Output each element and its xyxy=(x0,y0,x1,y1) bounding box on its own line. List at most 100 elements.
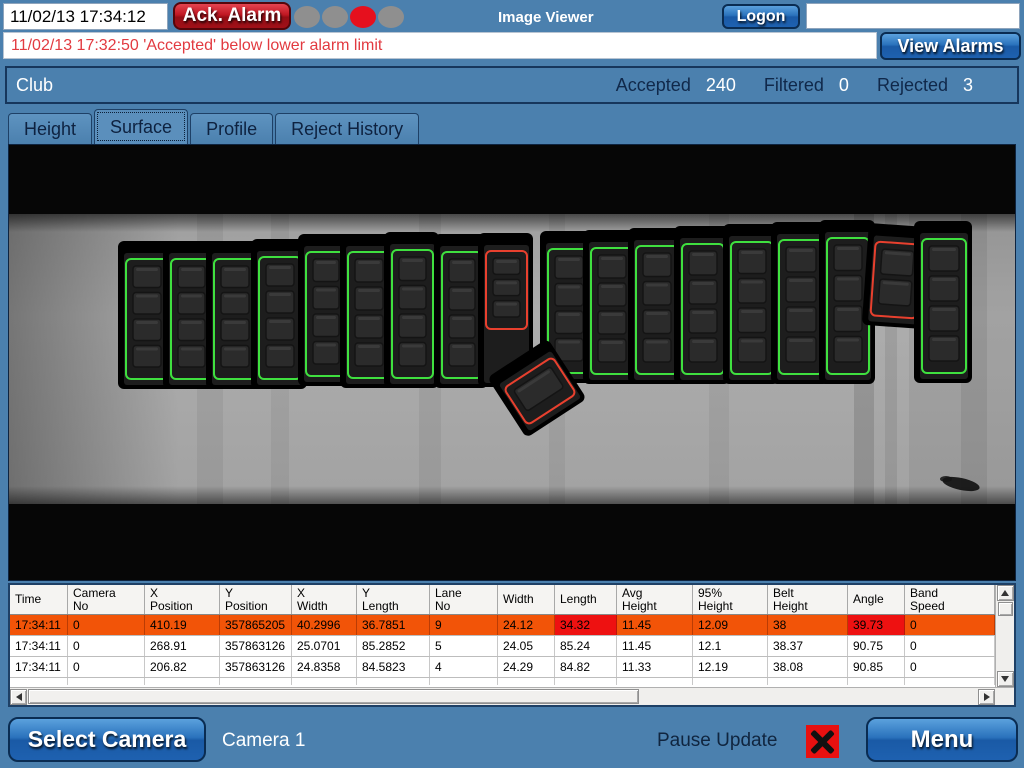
table-cell: 38.37 xyxy=(768,636,848,656)
image-viewer-screen: 11/02/13 17:34:12 Ack. Alarm Image Viewe… xyxy=(0,0,1024,768)
table-cell: 24.29 xyxy=(498,657,555,677)
table-cell: 85.24 xyxy=(555,636,617,656)
column-header-band-speed[interactable]: BandSpeed xyxy=(905,585,995,614)
table-cell: 39.73 xyxy=(848,615,905,635)
table-cell xyxy=(430,678,498,685)
table-cell: 11.45 xyxy=(617,636,693,656)
table-cell: 11.45 xyxy=(617,615,693,635)
column-header-y-position[interactable]: YPosition xyxy=(220,585,292,614)
column-header-angle[interactable]: Angle xyxy=(848,585,905,614)
results-table-panel: TimeCameraNoXPositionYPositionXWidthYLen… xyxy=(8,583,1016,707)
pause-update-label: Pause Update xyxy=(657,730,777,752)
table-cell: 4 xyxy=(430,657,498,677)
table-row[interactable]: 17:34:110206.8235786312624.835884.582342… xyxy=(10,657,995,678)
detection-outline-green xyxy=(674,226,730,384)
detection-outline-green xyxy=(914,221,972,383)
view-alarms-button[interactable]: View Alarms xyxy=(880,32,1021,60)
scroll-up-button[interactable] xyxy=(997,585,1014,601)
counter-rejected: Rejected3 xyxy=(877,75,973,96)
table-row[interactable]: 17:34:110268.9135786312625.070185.285252… xyxy=(10,636,995,657)
counter-label: Rejected xyxy=(877,75,948,96)
column-header-lane-no[interactable]: LaneNo xyxy=(430,585,498,614)
alarm-message-box: 11/02/13 17:32:50 'Accepted' below lower… xyxy=(3,32,877,59)
product-name: Club xyxy=(16,75,53,96)
camera-label: Camera 1 xyxy=(222,730,305,752)
menu-button[interactable]: Menu xyxy=(866,717,1018,762)
column-header-avg-height[interactable]: AvgHeight xyxy=(617,585,693,614)
table-cell: 38 xyxy=(768,615,848,635)
scroll-down-button[interactable] xyxy=(997,671,1014,687)
horizontal-scroll-thumb[interactable] xyxy=(28,689,639,704)
table-cell xyxy=(292,678,357,685)
table-cell: 206.82 xyxy=(145,657,220,677)
triangle-up-icon xyxy=(1001,590,1009,596)
table-cell xyxy=(555,678,617,685)
select-camera-button[interactable]: Select Camera xyxy=(8,717,206,762)
counters: Accepted 240 Filtered0 Rejected3 xyxy=(588,75,1017,96)
column-header-x-width[interactable]: XWidth xyxy=(292,585,357,614)
table-cell xyxy=(357,678,430,685)
table-cell xyxy=(498,678,555,685)
table-cell: 90.75 xyxy=(848,636,905,656)
tab-height[interactable]: Height xyxy=(8,113,92,144)
scrollbar-corner xyxy=(995,687,1014,705)
status-light-gray-icon xyxy=(322,6,348,28)
logon-button[interactable]: Logon xyxy=(722,4,800,29)
table-cell: 0 xyxy=(905,636,995,656)
table-cell: 84.5823 xyxy=(357,657,430,677)
triangle-left-icon xyxy=(16,693,22,701)
counter-accepted: Accepted 240 xyxy=(616,75,736,96)
table-cell: 0 xyxy=(68,636,145,656)
app-title: Image Viewer xyxy=(498,9,594,26)
column-header-95-height[interactable]: 95%Height xyxy=(693,585,768,614)
table-cell: 0 xyxy=(905,615,995,635)
tab-reject-history[interactable]: Reject History xyxy=(275,113,419,144)
table-cell: 24.12 xyxy=(498,615,555,635)
triangle-right-icon xyxy=(984,693,990,701)
table-cell: 5 xyxy=(430,636,498,656)
table-cell: 24.8358 xyxy=(292,657,357,677)
camera-image-panel xyxy=(8,144,1016,581)
counter-value: 240 xyxy=(706,75,736,96)
ack-alarm-button[interactable]: Ack. Alarm xyxy=(173,2,291,30)
table-cell: 84.82 xyxy=(555,657,617,677)
status-light-red-icon xyxy=(350,6,376,28)
user-field[interactable] xyxy=(806,3,1020,29)
column-header-x-position[interactable]: XPosition xyxy=(145,585,220,614)
table-cell: 38.08 xyxy=(768,657,848,677)
table-cell: 12.1 xyxy=(693,636,768,656)
counter-label: Accepted xyxy=(616,75,691,96)
column-header-belt-height[interactable]: BeltHeight xyxy=(768,585,848,614)
table-cell: 268.91 xyxy=(145,636,220,656)
table-cell: 12.09 xyxy=(693,615,768,635)
horizontal-scrollbar[interactable] xyxy=(10,687,995,705)
counter-filtered: Filtered0 xyxy=(764,75,849,96)
table-cell: 410.19 xyxy=(145,615,220,635)
vertical-scroll-thumb[interactable] xyxy=(998,602,1013,616)
table-cell: 34.32 xyxy=(555,615,617,635)
table-cell xyxy=(220,678,292,685)
column-header-camera-no[interactable]: CameraNo xyxy=(68,585,145,614)
table-cell: 357865205 xyxy=(220,615,292,635)
scroll-left-button[interactable] xyxy=(10,689,27,705)
vertical-scrollbar[interactable] xyxy=(995,585,1014,687)
table-cell xyxy=(693,678,768,685)
column-header-width[interactable]: Width xyxy=(498,585,555,614)
scroll-right-button[interactable] xyxy=(978,689,995,705)
tab-bar: HeightSurfaceProfileReject History xyxy=(8,109,421,144)
table-cell: 40.2996 xyxy=(292,615,357,635)
table-cell xyxy=(68,678,145,685)
column-header-time[interactable]: Time xyxy=(10,585,68,614)
empty-row xyxy=(10,678,995,685)
table-cell: 36.7851 xyxy=(357,615,430,635)
tab-surface[interactable]: Surface xyxy=(94,109,188,144)
table-cell: 0 xyxy=(68,615,145,635)
pause-update-checkbox[interactable] xyxy=(806,725,839,758)
detection-outline-green xyxy=(384,232,439,388)
column-header-y-length[interactable]: YLength xyxy=(357,585,430,614)
tab-profile[interactable]: Profile xyxy=(190,113,273,144)
table-cell xyxy=(617,678,693,685)
clock-display: 11/02/13 17:34:12 xyxy=(3,3,168,30)
table-row[interactable]: 17:34:110410.1935786520540.299636.785192… xyxy=(10,615,995,636)
column-header-length[interactable]: Length xyxy=(555,585,617,614)
